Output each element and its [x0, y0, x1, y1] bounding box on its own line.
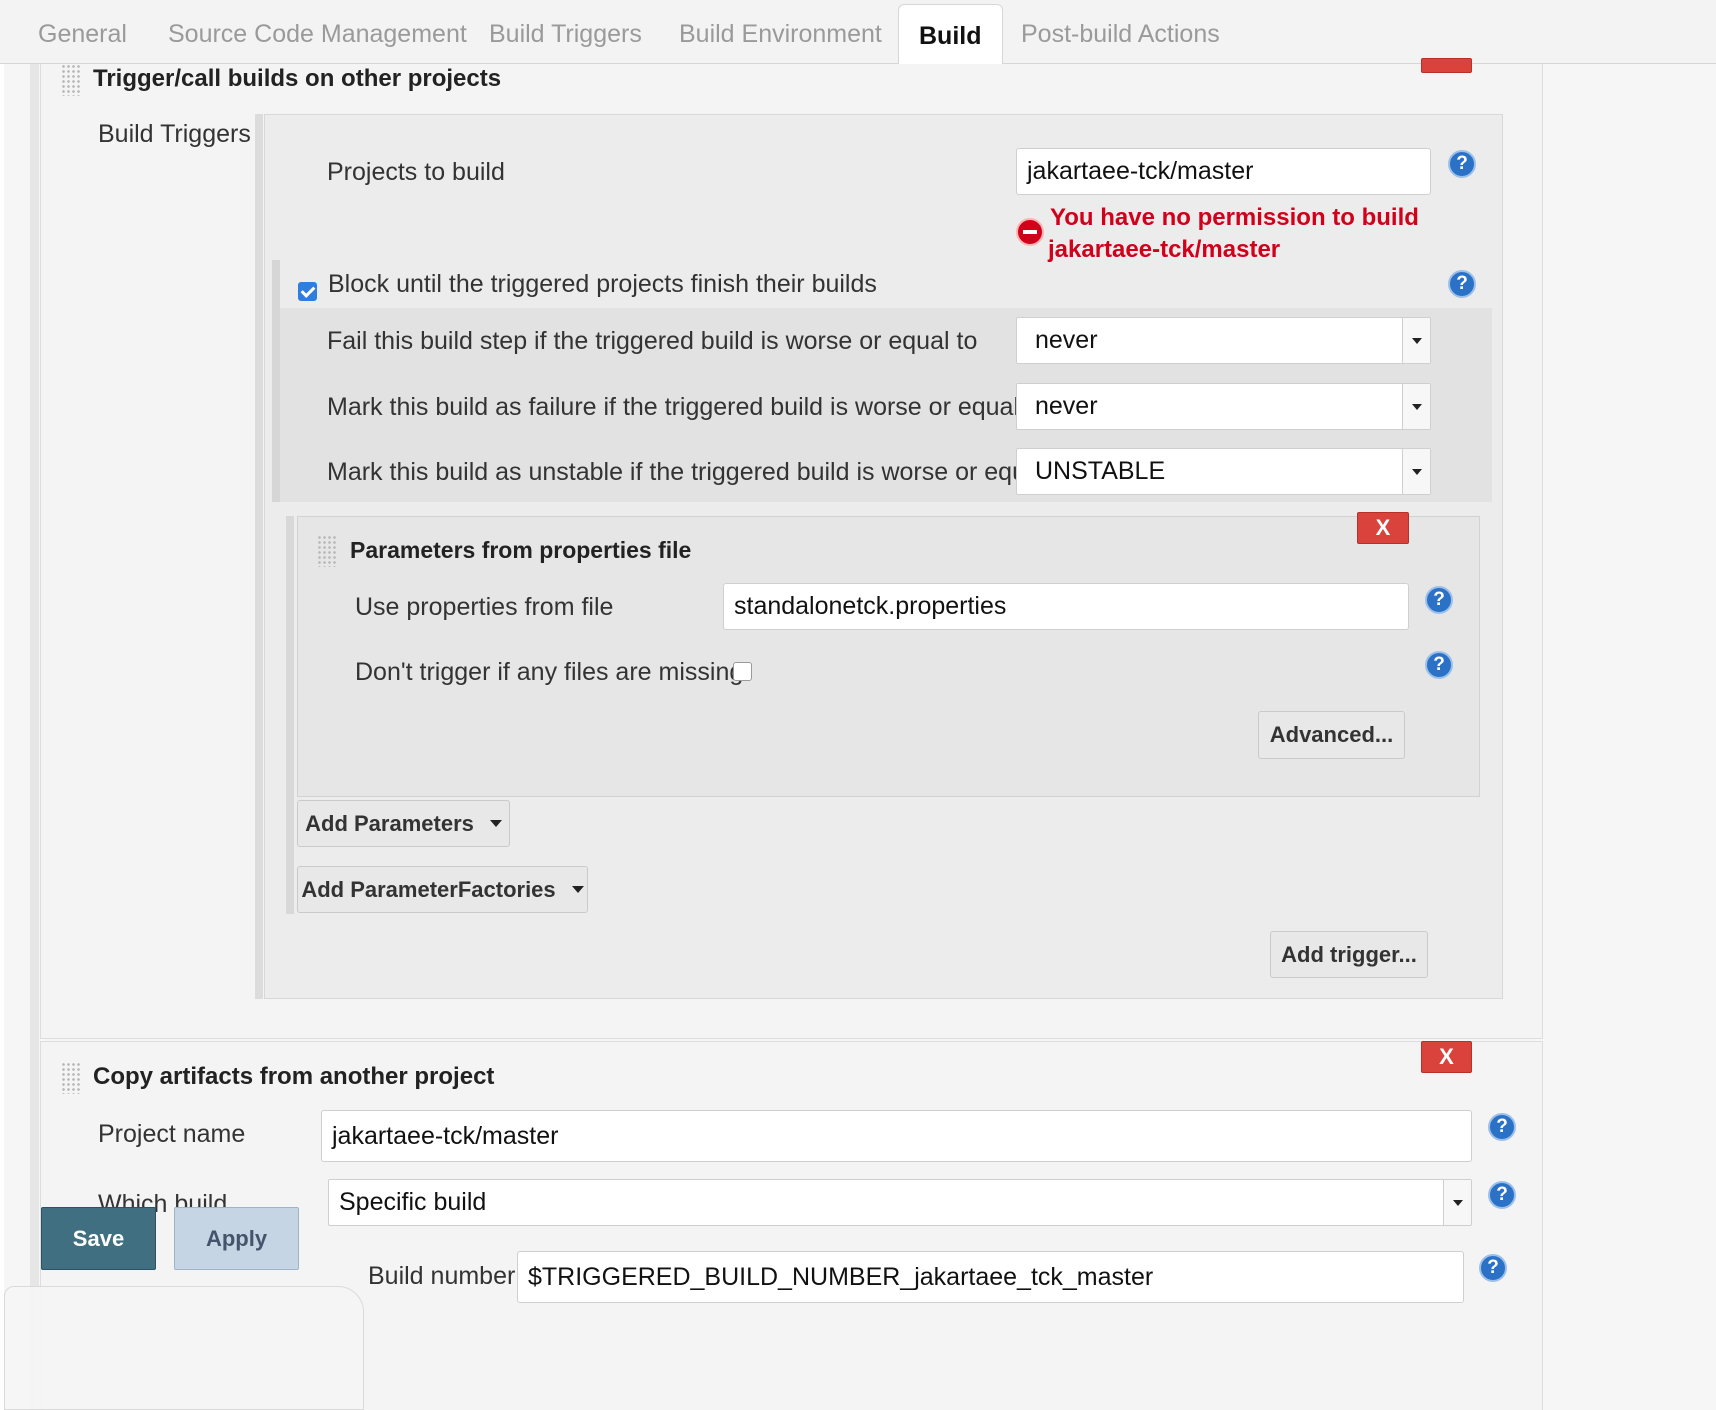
use-file-input[interactable]: standalonetck.properties: [723, 583, 1409, 630]
fail-step-value: never: [1035, 326, 1098, 354]
mark-failure-label: Mark this build as failure if the trigge…: [327, 393, 1047, 421]
which-build-select[interactable]: Specific build: [328, 1179, 1472, 1226]
save-apply-bar: [4, 1286, 364, 1410]
add-parameters-label: Add Parameters: [305, 810, 474, 836]
params-title: Parameters from properties file: [350, 537, 692, 563]
help-icon[interactable]: ?: [1425, 651, 1453, 679]
mark-unstable-value: UNSTABLE: [1035, 457, 1166, 485]
tab-build-triggers[interactable]: Build Triggers: [489, 20, 642, 49]
dropdown-arrow-icon[interactable]: [1443, 1180, 1471, 1225]
dropdown-arrow-icon[interactable]: [1402, 384, 1430, 429]
copy-step-delete-button[interactable]: X: [1421, 1041, 1472, 1073]
mark-failure-value: never: [1035, 392, 1098, 420]
dont-trigger-label: Don't trigger if any files are missing: [355, 658, 744, 686]
project-name-input[interactable]: jakartaee-tck/master: [321, 1110, 1472, 1162]
drag-handle-icon[interactable]: [317, 535, 337, 567]
tab-bar: General Source Code Management Build Tri…: [0, 0, 1716, 65]
block-until-label: Block until the triggered projects finis…: [328, 270, 877, 298]
tab-source-code-management[interactable]: Source Code Management: [168, 20, 467, 49]
drag-handle-icon[interactable]: [61, 1062, 81, 1094]
save-button[interactable]: Save: [41, 1207, 156, 1270]
add-parameters-button[interactable]: Add Parameters: [297, 800, 510, 847]
build-number-label: Build number: [368, 1262, 516, 1290]
which-build-value: Specific build: [339, 1188, 487, 1216]
add-trigger-button[interactable]: Add trigger...: [1270, 931, 1428, 978]
copy-step-title: Copy artifacts from another project: [93, 1063, 495, 1090]
project-name-label: Project name: [98, 1120, 246, 1148]
help-icon[interactable]: ?: [1425, 586, 1453, 614]
fail-step-label: Fail this build step if the triggered bu…: [327, 327, 978, 355]
add-factories-label: Add ParameterFactories: [301, 876, 556, 902]
mark-unstable-select[interactable]: UNSTABLE: [1016, 448, 1431, 495]
advanced-button[interactable]: Advanced...: [1258, 711, 1405, 759]
dropdown-arrow-icon[interactable]: [1402, 318, 1430, 363]
mark-unstable-label: Mark this build as unstable if the trigg…: [327, 458, 1074, 486]
permission-error-line1: You have no permission to build: [1050, 204, 1419, 231]
mark-failure-select[interactable]: never: [1016, 383, 1431, 430]
add-parameter-factories-button[interactable]: Add ParameterFactories: [297, 866, 588, 913]
dont-trigger-checkbox[interactable]: [733, 662, 752, 681]
help-icon[interactable]: ?: [1448, 270, 1476, 298]
params-delete-button[interactable]: X: [1357, 512, 1409, 544]
triggers-left-border: [255, 114, 263, 999]
tab-general[interactable]: General: [38, 20, 127, 49]
block-group-border: [272, 260, 280, 502]
section-left-bar: [30, 64, 39, 1410]
chevron-down-icon: [571, 886, 584, 893]
dropdown-arrow-icon[interactable]: [1402, 449, 1430, 494]
fail-step-select[interactable]: never: [1016, 317, 1431, 364]
projects-to-build-input[interactable]: jakartaee-tck/master: [1016, 148, 1431, 195]
chevron-down-icon: [489, 820, 502, 827]
projects-to-build-label: Projects to build: [327, 158, 505, 186]
tab-post-build-actions[interactable]: Post-build Actions: [1021, 20, 1220, 49]
trigger-step-delete-button[interactable]: [1421, 58, 1472, 73]
params-left-border: [286, 516, 294, 914]
help-icon[interactable]: ?: [1488, 1181, 1516, 1209]
drag-handle-icon[interactable]: [61, 64, 81, 96]
help-icon[interactable]: ?: [1479, 1254, 1507, 1282]
permission-error: You have no permission to build jakartae…: [1048, 202, 1419, 266]
permission-error-line2: jakartaee-tck/master: [1048, 236, 1281, 263]
tab-build-environment[interactable]: Build Environment: [679, 20, 882, 49]
error-icon: [1016, 218, 1044, 246]
build-triggers-label: Build Triggers: [98, 120, 251, 148]
help-icon[interactable]: ?: [1488, 1113, 1516, 1141]
build-number-input[interactable]: $TRIGGERED_BUILD_NUMBER_jakartaee_tck_ma…: [517, 1251, 1464, 1303]
apply-button[interactable]: Apply: [174, 1207, 299, 1270]
help-icon[interactable]: ?: [1448, 150, 1476, 178]
block-until-checkbox[interactable]: [298, 282, 317, 301]
trigger-step-title: Trigger/call builds on other projects: [93, 65, 502, 92]
tab-build[interactable]: Build: [898, 4, 1003, 65]
use-file-label: Use properties from file: [355, 593, 614, 621]
